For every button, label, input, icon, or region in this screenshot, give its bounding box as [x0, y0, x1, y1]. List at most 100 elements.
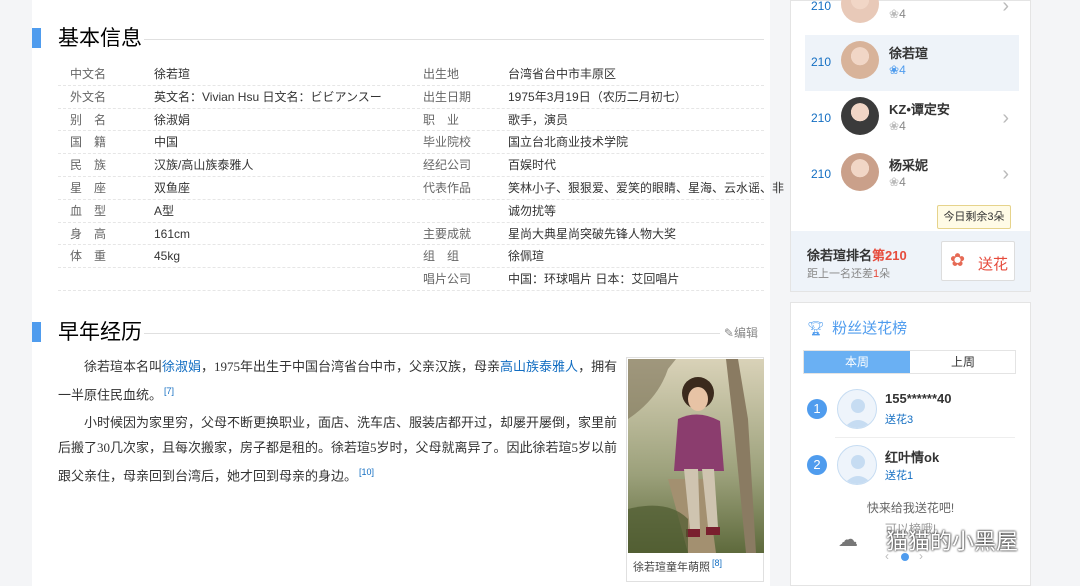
- chevron-right-icon[interactable]: ›: [1002, 163, 1009, 186]
- info-row: 别 名 徐淑娟 职 业 歌手，演员: [58, 109, 764, 132]
- info-row: 民 族汉族/高山族泰雅人 经纪公司 百娱时代: [58, 154, 764, 177]
- info-label: 中文名: [70, 67, 107, 81]
- watermark-text: 猫猫的小黑屋: [886, 529, 1019, 554]
- section-divider: [144, 333, 720, 334]
- info-value[interactable]: 徐淑娟: [154, 109, 404, 131]
- chevron-right-icon[interactable]: ›: [1002, 107, 1009, 130]
- childhood-photo[interactable]: [628, 359, 764, 553]
- section-marker: [32, 322, 41, 342]
- text: 小时候因为家里穷，父母不断更换职业，面店、洗车店、服装店都开过，却屡开屡倒，家里…: [58, 415, 618, 484]
- rank-number: 210: [811, 167, 832, 181]
- send-prompt-text: 快来给我送花吧!: [866, 501, 955, 515]
- summary-prefix: 徐若瑄排名: [807, 248, 873, 263]
- alias-link[interactable]: 徐淑娟: [162, 359, 201, 374]
- fans-tabs: 本周 上周: [803, 350, 1016, 374]
- info-row: 唱片公司 中国：环球唱片 日本：艾回唱片: [58, 268, 764, 291]
- star-name[interactable]: 杨采妮: [889, 155, 928, 174]
- fans-title: 粉丝送花榜: [832, 320, 908, 337]
- info-value[interactable]: 笑林小子、狠狠爱、爱笑的眼睛、星海、云水谣、非: [508, 177, 784, 199]
- avatar[interactable]: [841, 0, 879, 23]
- reference-link[interactable]: [10]: [359, 467, 374, 477]
- star-name[interactable]: 徐若瑄: [889, 43, 928, 62]
- flower-count-value: 4: [899, 63, 906, 77]
- info-label: 出生地: [423, 67, 460, 81]
- info-row: 身 高 161cm 主要成就 星尚大典星尚突破先锋人物大奖: [58, 223, 764, 246]
- info-value[interactable]: 百娱时代: [508, 154, 768, 176]
- rank-item[interactable]: 210 杨采妮 ❀4 ›: [805, 147, 1019, 203]
- avatar[interactable]: [841, 41, 879, 79]
- info-value[interactable]: 诚勿扰等: [508, 200, 768, 222]
- fan-item[interactable]: 2 红叶情ok 送花1: [805, 443, 1015, 497]
- wechat-icon: ☁: [838, 529, 858, 551]
- info-label: 职 业: [423, 112, 460, 127]
- info-label: 主要成就: [423, 226, 472, 241]
- info-value[interactable]: 汉族/高山族泰雅人: [154, 154, 404, 176]
- fan-item[interactable]: 1 155******40 送花3: [805, 387, 1015, 441]
- main-content: 基本信息 中文名 徐若瑄 出生地 台湾省台中市丰原区 外文名 英文名：Vivian Hsu…: [32, 0, 784, 586]
- info-row: 外文名 英文名：Vivian Hsu 日文名：ビビアンスー 出生日期 1975年3月1…: [58, 86, 764, 109]
- text: ，1975年出生于中国台湾省台中市，父亲汉族，母亲: [201, 359, 501, 374]
- info-value: 双鱼座: [154, 180, 191, 195]
- gap-suffix: 朵: [879, 268, 891, 280]
- info-row: 体 重 45kg 组 组徐佩瑄: [58, 245, 764, 269]
- reference-link[interactable]: [7]: [164, 386, 174, 396]
- flower-icon: ❀: [889, 63, 900, 77]
- caption-text: 徐若瑄童年萌照: [633, 561, 710, 574]
- info-value[interactable]: 中国：环球唱片 日本：艾回唱片: [508, 268, 768, 290]
- star-rank-panel: 210 ❀4 › 210 徐若瑄 ❀4 210 KZ•谭定安 ❀4 › 210 杨采妮 ❀4 › 今日剩余…: [790, 0, 1031, 292]
- tab-this-week[interactable]: 本周: [804, 351, 910, 373]
- info-value: 星尚大典星尚突破先锋人物大奖: [508, 226, 677, 241]
- tooltip-text: 今日剩余3朵: [943, 211, 1005, 223]
- edit-label: 编辑: [733, 326, 758, 340]
- flower-count: ❀4: [889, 63, 906, 77]
- edit-button[interactable]: ✎编辑: [724, 324, 758, 341]
- rank-summary-line: 徐若瑄排名第210: [807, 245, 907, 264]
- send-flower-button[interactable]: ✿ 送花: [941, 241, 1015, 281]
- info-label: 组 组: [423, 249, 460, 264]
- user-icon: [844, 455, 872, 484]
- info-label: 唱片公司: [423, 272, 472, 287]
- reference-link[interactable]: [8]: [712, 558, 722, 568]
- fan-name[interactable]: 155******40: [885, 391, 952, 406]
- summary-rank: 第210: [872, 248, 907, 263]
- fan-flowers: 送花1: [885, 470, 914, 482]
- user-icon: [844, 399, 872, 428]
- avatar[interactable]: [841, 153, 879, 191]
- flower-icon: ❀: [889, 175, 900, 189]
- photo-caption: 徐若瑄童年萌照 [8]: [633, 558, 722, 575]
- avatar[interactable]: [841, 97, 879, 135]
- star-name[interactable]: KZ•谭定安: [889, 99, 950, 118]
- childhood-photo-box[interactable]: 徐若瑄童年萌照 [8]: [626, 357, 764, 582]
- info-value: 徐若瑄: [154, 67, 191, 81]
- chevron-right-icon[interactable]: ›: [1002, 0, 1009, 18]
- gap-line: 距上一名还差1朵: [807, 265, 890, 281]
- rank-item[interactable]: 210 ❀4 ›: [805, 0, 1019, 35]
- info-label: 出生日期: [423, 89, 472, 104]
- trophy-icon: 🏆︎: [807, 320, 825, 336]
- info-value[interactable]: 台湾省台中市丰原区: [508, 63, 768, 85]
- basic-info-table: 中文名 徐若瑄 出生地 台湾省台中市丰原区 外文名 英文名：Vivian Hsu 日文名：…: [58, 63, 784, 291]
- info-value[interactable]: 中国: [154, 131, 404, 153]
- fan-avatar[interactable]: [837, 389, 877, 429]
- pencil-icon: ✎: [723, 326, 734, 340]
- rank-item[interactable]: 210 徐若瑄 ❀4: [805, 35, 1019, 91]
- info-value: 161cm: [154, 226, 191, 241]
- rank-badge: 1: [807, 399, 827, 419]
- info-value: 1975年3月19日（农历二月初七）: [508, 89, 687, 104]
- ethnicity-link[interactable]: 高山族泰雅人: [500, 359, 578, 374]
- info-value[interactable]: 徐佩瑄: [508, 245, 768, 267]
- rank-item[interactable]: 210 KZ•谭定安 ❀4 ›: [805, 91, 1019, 147]
- early-life-header: 早年经历 ✎编辑: [32, 320, 764, 344]
- fan-avatar[interactable]: [837, 445, 877, 485]
- flower-count-value: 4: [899, 175, 906, 189]
- info-label: 民 族: [70, 158, 107, 173]
- flower-count-value: 4: [899, 7, 906, 21]
- fan-name[interactable]: 红叶情ok: [885, 447, 939, 466]
- early-life-title: 早年经历: [58, 320, 142, 344]
- tab-last-week[interactable]: 上周: [910, 351, 1016, 373]
- early-life-paragraph-1: 徐若瑄本名叫徐淑娟，1975年出生于中国台湾省台中市，父亲汉族，母亲高山族泰雅人…: [58, 354, 624, 407]
- info-row: 中文名 徐若瑄 出生地 台湾省台中市丰原区: [58, 63, 764, 86]
- flower-icon: ❀: [889, 119, 900, 133]
- text: 徐若瑄本名叫: [84, 359, 163, 374]
- info-value[interactable]: 国立台北商业技术学院: [508, 131, 768, 153]
